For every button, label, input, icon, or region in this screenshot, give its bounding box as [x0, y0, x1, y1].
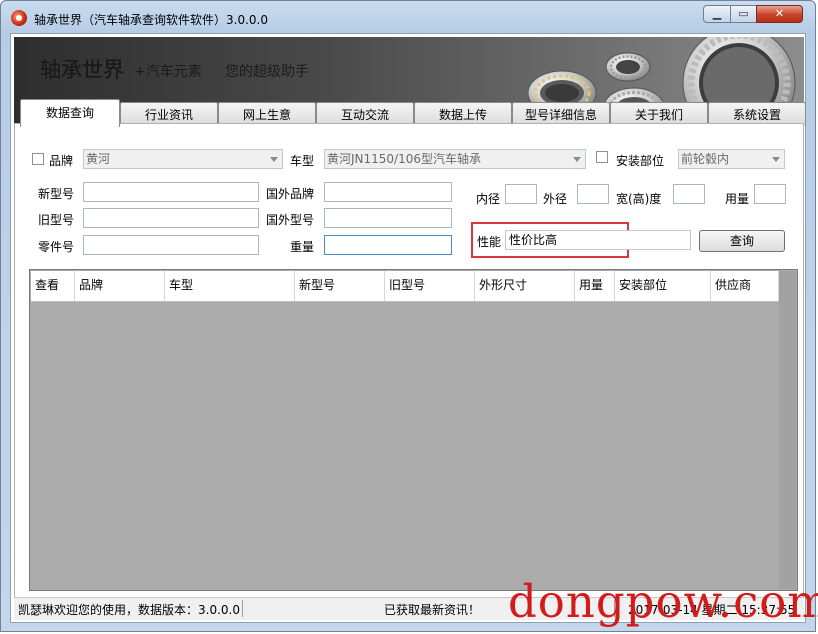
install-select[interactable]: 前轮毂内 — [678, 149, 785, 169]
car-model-select-value: 黄河JN1150/106型汽车轴承 — [327, 152, 482, 166]
chevron-down-icon — [772, 157, 780, 162]
weight-label: 重量 — [290, 240, 315, 254]
maximize-button[interactable]: ▭ — [730, 5, 757, 23]
inner-diameter-label: 内径 — [476, 192, 501, 206]
grid-scrollbar[interactable] — [779, 271, 796, 589]
column-header-new-model[interactable]: 新型号 — [295, 271, 385, 301]
column-header-old-model[interactable]: 旧型号 — [385, 271, 475, 301]
performance-input-value: 性价比高 — [509, 233, 558, 247]
weight-input[interactable] — [324, 235, 452, 255]
status-message: 已获取最新资讯！ — [384, 603, 481, 617]
column-header-view[interactable]: 查看 — [31, 271, 75, 301]
query-button[interactable]: 查询 — [699, 230, 785, 252]
part-no-label: 零件号 — [38, 240, 75, 254]
header-banner: 轴承世界 +汽车元素 您的超级助手 数据查询 行业资讯 网上生意 互动交流 数据… — [14, 37, 806, 129]
performance-label: 性能 — [477, 235, 502, 249]
results-grid[interactable]: 查看 品牌 车型 新型号 旧型号 外形尺寸 用量 安装部位 供应商 — [29, 269, 798, 591]
new-model-label: 新型号 — [38, 187, 75, 201]
foreign-brand-input[interactable] — [324, 182, 452, 202]
foreign-brand-label: 国外品牌 — [266, 187, 315, 201]
watermark-text: dongpow.com — [508, 575, 818, 628]
foreign-model-label: 国外型号 — [266, 213, 315, 227]
chevron-down-icon — [573, 157, 581, 162]
chevron-down-icon — [270, 157, 278, 162]
new-model-input[interactable] — [83, 182, 259, 202]
column-header-supplier[interactable]: 供应商 — [711, 271, 779, 301]
tab-data-query[interactable]: 数据查询 — [20, 99, 120, 127]
main-tabs: 数据查询 行业资讯 网上生意 互动交流 数据上传 型号详细信息 关于我们 系统设… — [20, 99, 806, 127]
window-title: 轴承世界（汽车轴承查询软件软件）3.0.0.0 — [34, 13, 268, 27]
app-logo-icon — [11, 10, 27, 26]
column-header-car-model[interactable]: 车型 — [165, 271, 295, 301]
column-header-brand[interactable]: 品牌 — [75, 271, 165, 301]
car-model-label: 车型 — [290, 154, 315, 168]
brand-label: 品牌 — [49, 154, 74, 168]
brand-title: 轴承世界 — [40, 58, 124, 82]
install-checkbox[interactable] — [596, 151, 608, 163]
install-label: 安装部位 — [616, 154, 665, 168]
old-model-input[interactable] — [83, 208, 259, 228]
usage-label: 用量 — [725, 192, 750, 206]
outer-diameter-label: 外径 — [543, 192, 568, 206]
install-select-value: 前轮毂内 — [681, 152, 730, 166]
brand-slogan: 您的超级助手 — [225, 64, 309, 80]
outer-diameter-input[interactable] — [577, 184, 609, 204]
status-welcome-text: 凯瑟琳欢迎您的使用，数据版本：3.0.0.0 — [18, 603, 240, 617]
status-separator — [242, 600, 243, 617]
minimize-button[interactable]: ▁ — [703, 5, 731, 23]
old-model-label: 旧型号 — [38, 213, 75, 227]
app-window: 轴承世界（汽车轴承查询软件软件）3.0.0.0 ▁ ▭ ✕ 轴承世界 +汽车元素… — [0, 0, 816, 632]
column-header-install-position[interactable]: 安装部位 — [615, 271, 711, 301]
usage-input[interactable] — [754, 184, 786, 204]
column-header-dimensions[interactable]: 外形尺寸 — [475, 271, 575, 301]
brand-select-value: 黄河 — [86, 152, 111, 166]
inner-diameter-input[interactable] — [505, 184, 537, 204]
client-area: 轴承世界 +汽车元素 您的超级助手 数据查询 行业资讯 网上生意 互动交流 数据… — [10, 33, 806, 623]
brand-subtitle: +汽车元素 — [134, 64, 202, 80]
column-header-usage[interactable]: 用量 — [575, 271, 615, 301]
brand-checkbox[interactable] — [32, 153, 44, 165]
close-button[interactable]: ✕ — [756, 5, 803, 23]
car-model-select[interactable]: 黄河JN1150/106型汽车轴承 — [324, 149, 586, 169]
query-panel: 品牌 黄河 车型 黄河JN1150/106型汽车轴承 安装部位 前轮毂内 新型号… — [14, 123, 804, 620]
part-no-input[interactable] — [83, 235, 259, 255]
grid-header: 查看 品牌 车型 新型号 旧型号 外形尺寸 用量 安装部位 供应商 — [31, 271, 779, 302]
title-bar[interactable]: 轴承世界（汽车轴承查询软件软件）3.0.0.0 ▁ ▭ ✕ — [1, 1, 815, 33]
brand-select[interactable]: 黄河 — [83, 149, 283, 169]
performance-input[interactable]: 性价比高 — [505, 230, 691, 250]
width-input[interactable] — [673, 184, 705, 204]
width-label: 宽(高)度 — [616, 192, 662, 206]
foreign-model-input[interactable] — [324, 208, 452, 228]
